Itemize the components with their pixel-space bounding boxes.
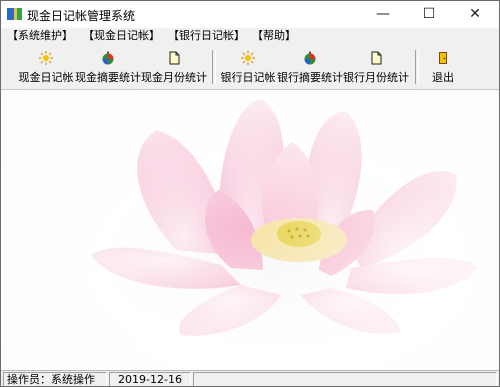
menu-cash-journal[interactable]: 【现金日记帐】 bbox=[83, 28, 160, 44]
bank-monthly-stats-button[interactable]: 银行月份统计 bbox=[343, 47, 409, 87]
toolbar: 现金日记帐 现金摘要统计 现金月份统计 银行日记帐 银行摘要统计 银行月份统计 … bbox=[1, 45, 499, 90]
cash-monthly-stats-button[interactable]: 现金月份统计 bbox=[141, 47, 207, 87]
sun-icon bbox=[241, 51, 255, 65]
ball-icon bbox=[304, 51, 316, 65]
toolbar-label: 现金月份统计 bbox=[141, 71, 207, 84]
toolbar-label: 银行摘要统计 bbox=[277, 71, 343, 84]
minimize-icon: — bbox=[376, 6, 390, 22]
operator-status: 操作员：系统操作员 bbox=[3, 372, 107, 386]
toolbar-separator bbox=[415, 50, 419, 84]
sun-icon bbox=[39, 51, 53, 65]
exit-door-icon bbox=[439, 52, 447, 64]
toolbar-label: 银行月份统计 bbox=[343, 71, 409, 84]
menu-help[interactable]: 【帮助】 bbox=[252, 28, 296, 44]
app-book-icon bbox=[7, 8, 22, 20]
close-icon: ✕ bbox=[469, 6, 481, 22]
status-empty-panel bbox=[193, 372, 497, 386]
toolbar-label: 退出 bbox=[432, 71, 454, 84]
minimize-button[interactable]: — bbox=[360, 1, 406, 28]
window-title: 现金日记帐管理系统 bbox=[27, 9, 136, 23]
menu-bar: 【系统维护】 【现金日记帐】 【银行日记帐】 【帮助】 bbox=[1, 28, 499, 44]
cash-summary-stats-button[interactable]: 现金摘要统计 bbox=[75, 47, 141, 87]
menu-system-maintenance[interactable]: 【系统维护】 bbox=[7, 28, 73, 44]
app-window: 现金日记帐管理系统 — ☐ ✕ 【系统维护】 【现金日记帐】 【银行日记帐】 【… bbox=[0, 0, 500, 387]
toolbar-label: 现金日记帐 bbox=[18, 71, 74, 84]
bank-journal-button[interactable]: 银行日记帐 bbox=[219, 47, 277, 87]
background-image-area bbox=[1, 90, 499, 370]
status-bar: 操作员：系统操作员 2019-12-16 bbox=[1, 370, 499, 386]
lotus-flower-image bbox=[1, 90, 499, 370]
cash-journal-button[interactable]: 现金日记帐 bbox=[17, 47, 75, 87]
document-icon bbox=[169, 51, 180, 65]
ball-icon bbox=[102, 51, 114, 65]
date-status: 2019-12-16 bbox=[109, 372, 191, 386]
toolbar-label: 银行日记帐 bbox=[220, 71, 276, 84]
document-icon bbox=[371, 51, 382, 65]
maximize-icon: ☐ bbox=[422, 6, 436, 22]
maximize-button[interactable]: ☐ bbox=[406, 1, 452, 28]
exit-button[interactable]: 退出 bbox=[423, 47, 463, 87]
toolbar-label: 现金摘要统计 bbox=[75, 71, 141, 84]
menu-bank-journal[interactable]: 【银行日记帐】 bbox=[168, 28, 245, 44]
close-button[interactable]: ✕ bbox=[452, 1, 498, 28]
bank-summary-stats-button[interactable]: 银行摘要统计 bbox=[277, 47, 343, 87]
title-bar: 现金日记帐管理系统 — ☐ ✕ bbox=[1, 1, 499, 28]
toolbar-separator bbox=[212, 50, 216, 84]
